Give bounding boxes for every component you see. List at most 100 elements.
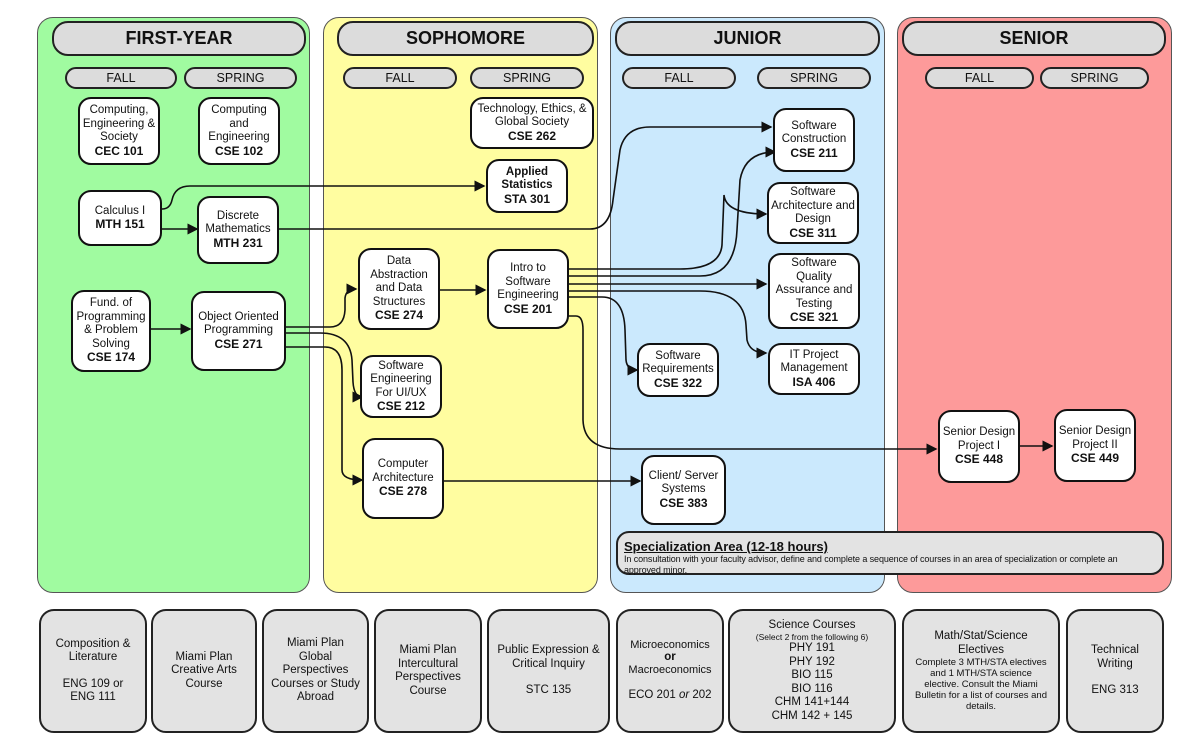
science-item: BIO 115 xyxy=(791,669,833,682)
course-code: CSE 212 xyxy=(376,399,426,413)
course-cse278[interactable]: Computer Architecture CSE 278 xyxy=(362,438,444,519)
gen-math-stat-science-electives[interactable]: Math/Stat/Science Electives Complete 3 M… xyxy=(902,609,1060,733)
gen-global-perspectives[interactable]: Miami Plan Global Perspectives Courses o… xyxy=(262,609,369,733)
course-cse201[interactable]: Intro to Software Engineering CSE 201 xyxy=(487,249,569,329)
gen-code: ECO 201 or 202 xyxy=(628,688,712,701)
gen-text: Global xyxy=(298,650,333,663)
gen-title: Science Courses xyxy=(768,618,856,631)
semester-spring: SPRING xyxy=(1040,67,1149,89)
course-cse262[interactable]: Technology, Ethics, & Global Society CSE… xyxy=(470,97,594,149)
course-name: IT Project Management xyxy=(780,348,848,375)
course-code: CSE 383 xyxy=(659,495,708,510)
gen-text: Miami Plan xyxy=(287,637,344,650)
gen-title: Math/Stat/Science xyxy=(934,630,1028,642)
gen-public-expression[interactable]: Public Expression & Critical Inquiry STC… xyxy=(487,609,610,733)
gen-economics[interactable]: Microeconomics or Macroeconomics ECO 201… xyxy=(616,609,724,733)
course-cse274[interactable]: Data Abstraction and Data Structures CSE… xyxy=(358,248,440,330)
course-sta301[interactable]: Applied Statistics STA 301 xyxy=(486,159,568,213)
course-code: CSE 102 xyxy=(214,143,264,158)
science-item: PHY 192 xyxy=(789,655,835,668)
course-code: STA 301 xyxy=(503,191,551,206)
year-header-first-year: FIRST-YEAR xyxy=(52,21,306,56)
gen-text: Technical xyxy=(1091,644,1139,657)
year-panel-senior xyxy=(897,17,1172,593)
course-name: Software Engineering For UI/UX xyxy=(370,359,432,399)
gen-text: Microeconomics xyxy=(630,639,710,651)
specialization-title: Specialization Area (12-18 hours) xyxy=(624,539,828,554)
science-item: BIO 116 xyxy=(791,682,833,695)
gen-code: ENG 313 xyxy=(1091,684,1139,697)
gen-composition[interactable]: Composition & Literature ENG 109 or ENG … xyxy=(39,609,147,733)
gen-text: Course xyxy=(409,684,447,697)
course-cse271[interactable]: Object Oriented Programming CSE 271 xyxy=(191,291,286,371)
course-mth231[interactable]: Discrete Mathematics MTH 231 xyxy=(197,196,279,264)
gen-text: Intercultural xyxy=(397,657,459,670)
course-code: MTH 151 xyxy=(95,217,145,231)
course-name: Software Construction xyxy=(781,119,847,146)
course-code: CSE 262 xyxy=(507,128,557,143)
gen-text: Course xyxy=(185,677,223,690)
course-name: Computing, Engineering & Society xyxy=(82,104,156,143)
course-name: Client/ Server Systems xyxy=(648,469,719,496)
course-name: Technology, Ethics, & Global Society xyxy=(477,102,587,129)
gen-technical-writing[interactable]: Technical Writing ENG 313 xyxy=(1066,609,1164,733)
course-code: ISA 406 xyxy=(792,374,836,389)
course-cse311[interactable]: Software Architecture and Design CSE 311 xyxy=(767,182,859,244)
gen-text: Perspectives xyxy=(395,671,461,683)
gen-text: Miami Plan xyxy=(399,644,457,656)
gen-text: Abroad xyxy=(296,691,335,704)
course-cse448[interactable]: Senior Design Project I CSE 448 xyxy=(938,410,1020,483)
course-code: CSE 278 xyxy=(378,484,428,499)
course-name: Senior Design Project II xyxy=(1058,425,1132,451)
semester-spring: SPRING xyxy=(184,67,297,89)
gen-text: Perspectives xyxy=(282,664,349,677)
gen-intercultural[interactable]: Miami Plan Intercultural Perspectives Co… xyxy=(374,609,482,733)
course-cse102[interactable]: Computing and Engineering CSE 102 xyxy=(198,97,280,165)
gen-text: Miami Plan xyxy=(175,650,233,663)
course-cse211[interactable]: Software Construction CSE 211 xyxy=(773,108,855,172)
specialization-area: Specialization Area (12-18 hours) In con… xyxy=(616,531,1164,575)
course-isa406[interactable]: IT Project Management ISA 406 xyxy=(768,343,860,395)
course-mth151[interactable]: Calculus I MTH 151 xyxy=(78,190,162,246)
semester-fall: FALL xyxy=(343,67,457,89)
course-cse322[interactable]: Software Requirements CSE 322 xyxy=(637,343,719,397)
specialization-description: In consultation with your faculty adviso… xyxy=(624,554,1118,575)
course-cse212[interactable]: Software Engineering For UI/UX CSE 212 xyxy=(360,355,442,418)
course-code: CSE 274 xyxy=(374,308,424,323)
course-cse449[interactable]: Senior Design Project II CSE 449 xyxy=(1054,409,1136,482)
year-header-junior: JUNIOR xyxy=(615,21,880,56)
gen-text: Creative Arts xyxy=(171,664,237,677)
course-name: Applied Statistics xyxy=(501,165,553,192)
gen-text: or xyxy=(664,651,676,663)
course-cec101[interactable]: Computing, Engineering & Society CEC 101 xyxy=(78,97,160,165)
year-header-senior: SENIOR xyxy=(902,21,1166,56)
course-name: Computer Architecture xyxy=(372,458,434,484)
course-code: CSE 174 xyxy=(86,350,136,365)
gen-text: Literature xyxy=(68,651,118,663)
course-cse383[interactable]: Client/ Server Systems CSE 383 xyxy=(641,455,726,525)
course-cse321[interactable]: Software Quality Assurance and Testing C… xyxy=(768,253,860,329)
course-code: CSE 211 xyxy=(790,145,838,160)
gen-note: (Select 2 from the following 6) xyxy=(755,632,869,643)
gen-text: Macroeconomics xyxy=(628,663,712,676)
course-name: Intro to Software Engineering xyxy=(497,262,559,301)
gen-title: Electives xyxy=(957,643,1005,656)
semester-fall: FALL xyxy=(925,67,1034,89)
course-code: CEC 101 xyxy=(94,143,144,158)
course-name: Data Abstraction and Data Structures xyxy=(370,255,428,308)
gen-creative-arts[interactable]: Miami Plan Creative Arts Course xyxy=(151,609,257,733)
gen-science-courses[interactable]: Science Courses (Select 2 from the follo… xyxy=(728,609,896,733)
gen-text: Critical Inquiry xyxy=(512,657,585,670)
gen-text: Public Expression & xyxy=(497,644,600,657)
gen-text: Composition & xyxy=(55,637,131,650)
course-cse174[interactable]: Fund. of Programming & Problem Solving C… xyxy=(71,290,151,372)
science-item: CHM 141+144 xyxy=(774,696,850,709)
course-name: Software Architecture and Design xyxy=(771,186,855,225)
gen-code: STC 135 xyxy=(525,684,572,697)
gen-description: Complete 3 MTH/STA electives and 1 MTH/S… xyxy=(914,657,1047,712)
course-code: CSE 311 xyxy=(789,225,837,240)
semester-fall: FALL xyxy=(622,67,736,89)
semester-fall: FALL xyxy=(65,67,177,89)
course-code: CSE 449 xyxy=(1070,451,1120,466)
course-name: Discrete Mathematics xyxy=(205,209,271,236)
